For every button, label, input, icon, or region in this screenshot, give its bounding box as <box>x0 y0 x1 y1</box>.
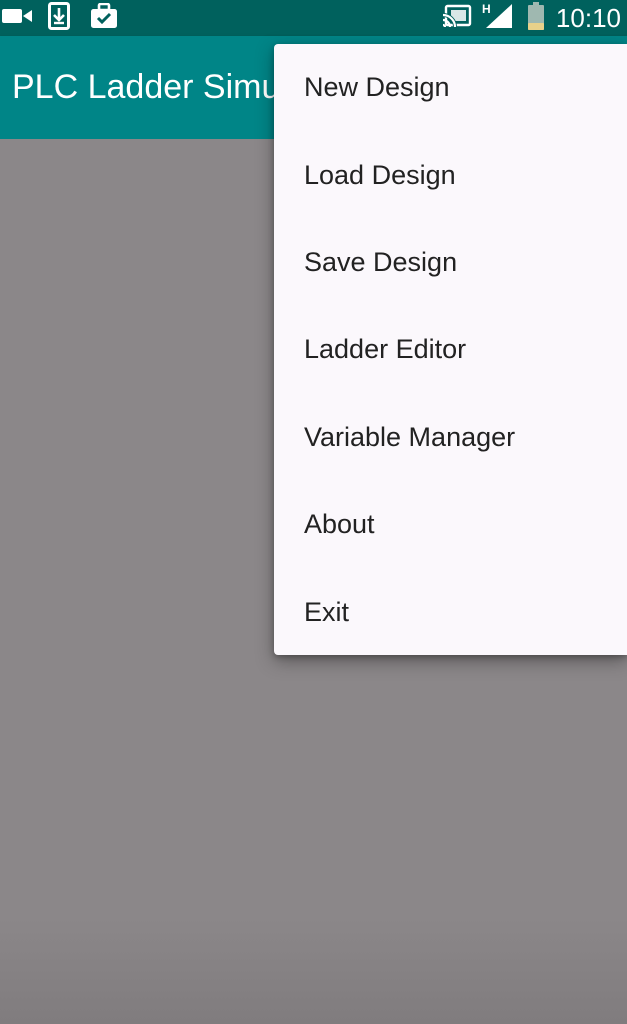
network-type-label: H <box>482 2 491 16</box>
status-bar: H 10:10 <box>0 0 627 36</box>
menu-item-load-design[interactable]: Load Design <box>274 131 627 218</box>
download-icon <box>48 1 70 35</box>
status-bar-system: H 10:10 <box>442 0 621 36</box>
menu-item-label: Ladder Editor <box>304 334 467 365</box>
signal-icon: H <box>482 2 514 35</box>
status-bar-notifications <box>0 0 118 36</box>
menu-item-label: New Design <box>304 72 450 103</box>
menu-item-label: About <box>304 509 375 540</box>
menu-item-variable-manager[interactable]: Variable Manager <box>274 394 627 481</box>
menu-item-save-design[interactable]: Save Design <box>274 219 627 306</box>
overflow-menu: New Design Load Design Save Design Ladde… <box>274 44 627 655</box>
menu-item-label: Exit <box>304 596 350 627</box>
menu-item-label: Variable Manager <box>304 421 516 452</box>
briefcase-check-icon <box>90 2 118 34</box>
menu-item-new-design[interactable]: New Design <box>274 44 627 131</box>
menu-item-about[interactable]: About <box>274 481 627 568</box>
battery-icon <box>527 1 544 35</box>
menu-item-label: Load Design <box>304 159 456 190</box>
menu-item-exit[interactable]: Exit <box>274 568 627 655</box>
status-time: 10:10 <box>555 3 621 33</box>
menu-item-label: Save Design <box>304 246 458 277</box>
menu-item-ladder-editor[interactable]: Ladder Editor <box>274 306 627 393</box>
cast-icon <box>442 4 472 33</box>
video-camera-icon <box>2 6 34 31</box>
